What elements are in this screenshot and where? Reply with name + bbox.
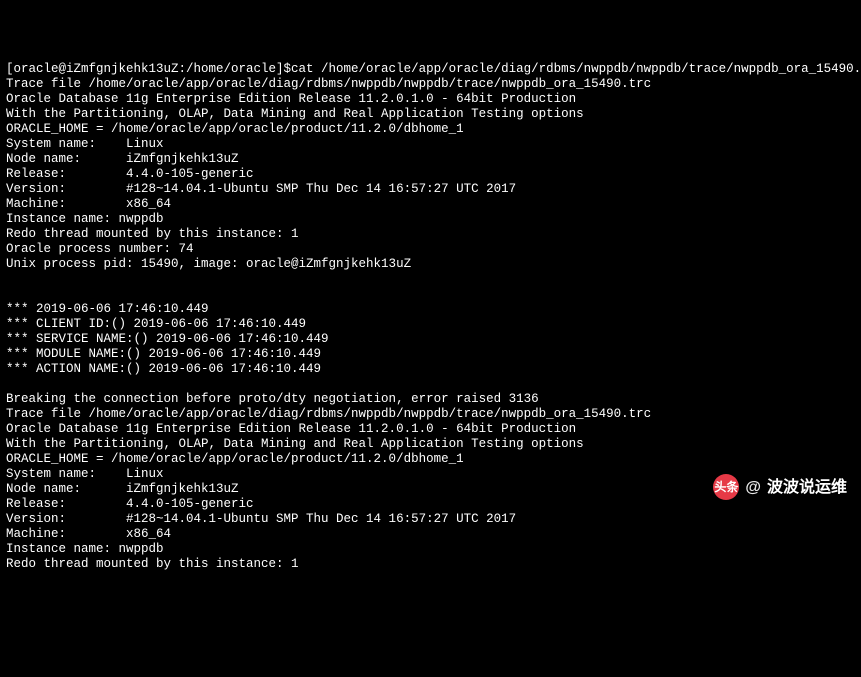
terminal-line: Release: 4.4.0-105-generic	[6, 167, 855, 182]
terminal-line: Breaking the connection before proto/dty…	[6, 392, 855, 407]
terminal-line: Instance name: nwppdb	[6, 212, 855, 227]
terminal-line: *** SERVICE NAME:() 2019-06-06 17:46:10.…	[6, 332, 855, 347]
watermark-at: @	[745, 480, 761, 495]
terminal-line: Version: #128~14.04.1-Ubuntu SMP Thu Dec…	[6, 512, 855, 527]
terminal-line	[6, 377, 855, 392]
terminal-line: Oracle process number: 74	[6, 242, 855, 257]
terminal-line: *** MODULE NAME:() 2019-06-06 17:46:10.4…	[6, 347, 855, 362]
terminal-line: Oracle Database 11g Enterprise Edition R…	[6, 422, 855, 437]
terminal-line: With the Partitioning, OLAP, Data Mining…	[6, 107, 855, 122]
terminal-line: Machine: x86_64	[6, 197, 855, 212]
terminal-line: *** 2019-06-06 17:46:10.449	[6, 302, 855, 317]
terminal-line: Redo thread mounted by this instance: 1	[6, 557, 855, 572]
terminal-line: Redo thread mounted by this instance: 1	[6, 227, 855, 242]
terminal-line: *** CLIENT ID:() 2019-06-06 17:46:10.449	[6, 317, 855, 332]
terminal-line: ORACLE_HOME = /home/oracle/app/oracle/pr…	[6, 452, 855, 467]
terminal-line: Unix process pid: 15490, image: oracle@i…	[6, 257, 855, 272]
terminal-line: System name: Linux	[6, 137, 855, 152]
terminal-line: ORACLE_HOME = /home/oracle/app/oracle/pr…	[6, 122, 855, 137]
terminal-line: Machine: x86_64	[6, 527, 855, 542]
terminal-line: Trace file /home/oracle/app/oracle/diag/…	[6, 407, 855, 422]
terminal-line: Trace file /home/oracle/app/oracle/diag/…	[6, 77, 855, 92]
terminal-line	[6, 272, 855, 287]
terminal-line: Instance name: nwppdb	[6, 542, 855, 557]
terminal-line: Version: #128~14.04.1-Ubuntu SMP Thu Dec…	[6, 182, 855, 197]
terminal-line: [oracle@iZmfgnjkehk13uZ:/home/oracle]$ca…	[6, 62, 855, 77]
terminal-line: Oracle Database 11g Enterprise Edition R…	[6, 92, 855, 107]
watermark-name: 波波说运维	[767, 480, 847, 495]
terminal-line: With the Partitioning, OLAP, Data Mining…	[6, 437, 855, 452]
terminal-line: Node name: iZmfgnjkehk13uZ	[6, 152, 855, 167]
terminal-line: *** ACTION NAME:() 2019-06-06 17:46:10.4…	[6, 362, 855, 377]
watermark-logo-icon: 头条	[713, 474, 739, 500]
watermark: 头条 @ 波波说运维	[713, 474, 847, 500]
terminal-line	[6, 287, 855, 302]
